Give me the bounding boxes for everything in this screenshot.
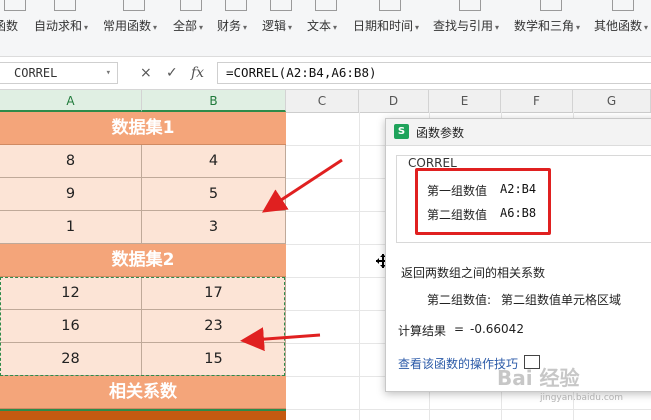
watermark: Bai 经验 [497, 366, 580, 390]
arrow-to-dataset2 [240, 327, 321, 352]
function-description: 返回两数组之间的相关系数 [401, 266, 546, 280]
watermark-url: jingyan.baidu.com [540, 393, 624, 403]
result-label: 计算结果 [398, 324, 447, 338]
arg-help-name: 第二组数值: [427, 293, 492, 307]
dialog-titlebar[interactable]: S 函数参数 [386, 119, 651, 146]
highlight-box [415, 168, 551, 235]
wps-logo-icon: S [394, 124, 409, 139]
result-equals: = [454, 322, 465, 336]
dialog-title: 函数参数 [416, 126, 465, 140]
function-arguments-dialog: S 函数参数 CORREL [385, 118, 651, 392]
arg-help-text: 第二组数值单元格区域 [501, 293, 622, 307]
arrow-to-dataset1 [261, 158, 343, 213]
result-value: -0.66042 [470, 322, 524, 336]
